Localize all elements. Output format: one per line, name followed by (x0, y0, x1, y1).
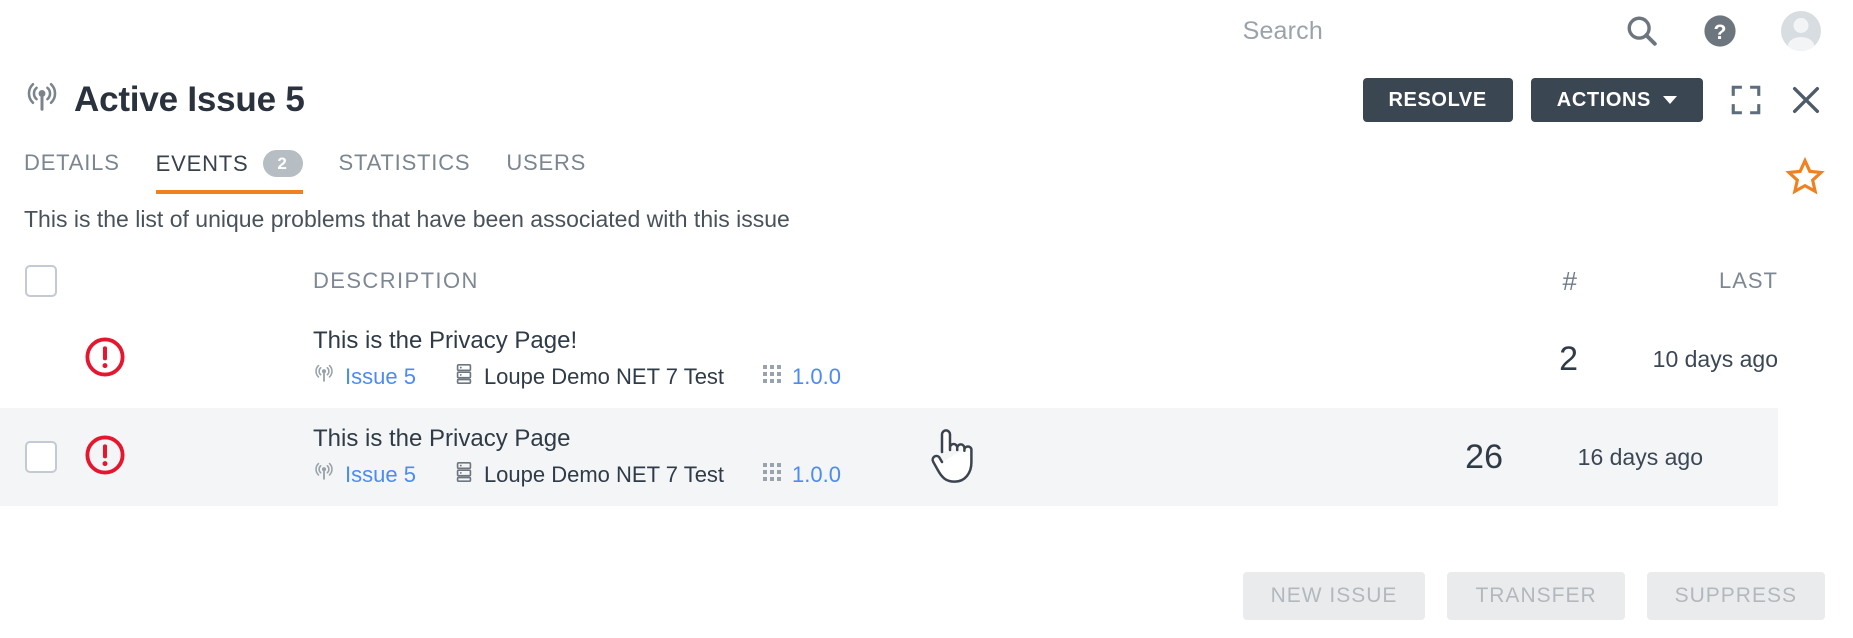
column-header-count[interactable]: # (1348, 266, 1578, 297)
error-icon (83, 335, 127, 384)
help-icon[interactable]: ? (1703, 14, 1737, 48)
tab-users-label: USERS (506, 150, 587, 175)
search-icon[interactable] (1625, 14, 1659, 48)
tab-events-badge: 2 (262, 150, 303, 177)
top-bar: Search ? (0, 0, 1853, 62)
select-all-checkbox[interactable] (25, 265, 57, 297)
tab-details-label: DETAILS (24, 150, 120, 175)
table-row[interactable]: This is the Privacy Page! Issue 5 Loupe … (0, 310, 1853, 408)
event-description: This is the Privacy Page! (313, 327, 578, 354)
panel-header: Active Issue 5 RESOLVE ACTIONS (0, 62, 1853, 138)
issue-link[interactable]: Issue 5 (345, 364, 416, 390)
select-all-cell (25, 265, 83, 297)
close-icon[interactable] (1789, 83, 1823, 117)
application-meta: Loupe Demo NET 7 Test (454, 461, 724, 489)
version-link[interactable]: 1.0.0 (792, 462, 841, 488)
application-name: Loupe Demo NET 7 Test (483, 462, 725, 487)
column-header-last[interactable]: LAST (1578, 268, 1778, 294)
broadcast-icon (24, 80, 60, 121)
column-header-description[interactable]: DESCRIPTION (225, 268, 1348, 294)
event-count: 26 (1465, 437, 1503, 476)
version-meta: 1.0.0 (762, 462, 841, 488)
actions-button-label: ACTIONS (1556, 88, 1651, 111)
error-icon (83, 433, 127, 482)
event-meta: Issue 5 Loupe Demo NET 7 Test 1.0.0 (313, 461, 1273, 489)
footer-actions: NEW ISSUE TRANSFER SUPPRESS (1242, 572, 1825, 620)
tab-bar: DETAILS EVENTS 2 STATISTICS USERS (0, 150, 1853, 202)
svg-text:?: ? (1714, 20, 1727, 44)
row-select-cell (25, 343, 83, 375)
avatar[interactable] (1781, 11, 1821, 51)
title-group: Active Issue 5 (24, 80, 305, 121)
expand-icon[interactable] (1729, 83, 1763, 117)
grid-icon (762, 364, 782, 390)
issue-events-panel: Search ? Active Issue 5 RESOLVE ACTIONS … (0, 0, 1853, 638)
issue-meta: Issue 5 (313, 461, 416, 489)
top-bar-icons: ? (1625, 11, 1821, 51)
star-icon[interactable] (1785, 156, 1825, 201)
panel-description: This is the list of unique problems that… (24, 206, 790, 232)
application-meta: Loupe Demo NET 7 Test (454, 363, 724, 391)
events-table: DESCRIPTION # LAST This is the Privacy P… (0, 252, 1853, 506)
suppress-button[interactable]: SUPPRESS (1646, 572, 1825, 620)
server-icon (454, 363, 474, 391)
new-issue-button[interactable]: NEW ISSUE (1242, 572, 1426, 620)
search-input[interactable]: Search (1243, 17, 1323, 46)
chevron-down-icon (1663, 96, 1677, 104)
resolve-button[interactable]: RESOLVE (1362, 78, 1513, 122)
grid-icon (762, 462, 782, 488)
table-header-row: DESCRIPTION # LAST (0, 252, 1853, 310)
severity-cell (83, 335, 225, 384)
event-description: This is the Privacy Page (313, 425, 571, 452)
event-last-seen: 10 days ago (1652, 345, 1778, 372)
transfer-button[interactable]: TRANSFER (1447, 572, 1625, 620)
issue-meta: Issue 5 (313, 363, 416, 391)
event-count: 2 (1559, 339, 1578, 378)
event-meta: Issue 5 Loupe Demo NET 7 Test 1.0.0 (313, 363, 1348, 391)
tab-statistics[interactable]: STATISTICS (339, 150, 471, 189)
version-link[interactable]: 1.0.0 (792, 364, 841, 390)
table-row[interactable]: This is the Privacy Page Issue 5 Loupe D… (0, 408, 1778, 506)
broadcast-icon (313, 461, 335, 489)
tab-statistics-label: STATISTICS (338, 150, 471, 175)
row-select-cell (25, 441, 83, 473)
issue-link[interactable]: Issue 5 (345, 462, 416, 488)
tab-events-label: EVENTS (155, 150, 249, 176)
description-cell: This is the Privacy Page! Issue 5 Loupe … (225, 327, 1348, 391)
event-last-seen: 16 days ago (1577, 443, 1703, 470)
row-checkbox[interactable] (25, 441, 57, 473)
tab-details[interactable]: DETAILS (24, 150, 120, 189)
description-cell: This is the Privacy Page Issue 5 Loupe D… (225, 425, 1273, 489)
severity-cell (83, 433, 225, 482)
application-name: Loupe Demo NET 7 Test (483, 364, 725, 389)
server-icon (454, 461, 474, 489)
version-meta: 1.0.0 (762, 364, 841, 390)
tab-events[interactable]: EVENTS 2 (155, 150, 303, 194)
actions-button[interactable]: ACTIONS (1530, 78, 1703, 122)
tab-users[interactable]: USERS (506, 150, 586, 189)
page-title: Active Issue 5 (74, 80, 305, 119)
broadcast-icon (313, 363, 335, 391)
header-actions: RESOLVE ACTIONS (1362, 78, 1824, 122)
